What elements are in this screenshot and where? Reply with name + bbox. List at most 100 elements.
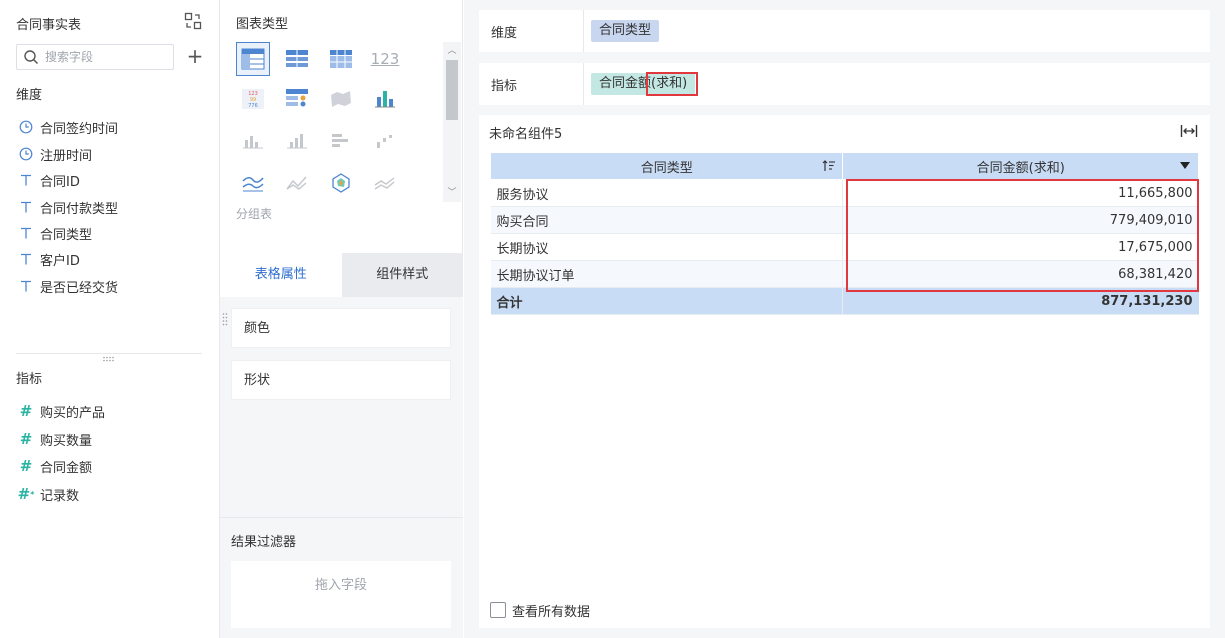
chart-type-scrollbar[interactable]: ︿ ﹀ bbox=[443, 42, 461, 202]
sort-ascending-icon[interactable] bbox=[822, 159, 836, 173]
column-header-contract-amount[interactable]: 合同金额(求和) bbox=[842, 152, 1199, 180]
view-all-data-checkbox[interactable] bbox=[490, 602, 506, 618]
column-header-label: 合同类型 bbox=[640, 160, 693, 176]
field-item-purchase-quantity[interactable]: # 购买数量 bbox=[18, 428, 92, 450]
cell-contract-type: 长期协议 bbox=[490, 233, 843, 261]
highlight-box-aggregation bbox=[646, 72, 698, 96]
cell-contract-type: 服务协议 bbox=[490, 179, 843, 207]
chart-type-area-icon[interactable] bbox=[280, 166, 314, 200]
chart-type-stacked-bar-icon[interactable] bbox=[324, 124, 358, 158]
chart-type-detail-table-icon[interactable] bbox=[280, 42, 314, 76]
chart-type-kpi-number-icon[interactable]: 123 bbox=[368, 42, 402, 76]
drag-handle-icon[interactable] bbox=[222, 312, 228, 326]
text-type-icon bbox=[18, 225, 34, 241]
panel-divider bbox=[16, 353, 202, 354]
chart-type-cross-table-icon[interactable] bbox=[324, 42, 358, 76]
field-item-contract-type[interactable]: 合同类型 bbox=[18, 222, 92, 244]
tab-table-properties[interactable]: 表格属性 bbox=[220, 253, 342, 297]
field-label: 合同签约时间 bbox=[40, 121, 119, 137]
chart-type-title: 图表类型 bbox=[236, 17, 289, 32]
chart-type-line-icon[interactable] bbox=[236, 166, 270, 200]
field-item-contract-id[interactable]: 合同ID bbox=[18, 169, 80, 191]
metric-section-title: 指标 bbox=[16, 372, 43, 387]
field-item-customer-id[interactable]: 客户ID bbox=[18, 248, 80, 270]
color-property[interactable]: 颜色 bbox=[231, 308, 451, 348]
metric-shelf-label: 指标 bbox=[491, 79, 518, 94]
text-type-icon bbox=[18, 278, 34, 294]
metric-shelf[interactable]: 指标 合同金额(求和) bbox=[479, 63, 1210, 105]
scrollbar-thumb[interactable] bbox=[446, 60, 458, 120]
text-type-icon bbox=[18, 172, 34, 188]
chart-type-map-icon[interactable] bbox=[324, 82, 358, 116]
total-label: 合计 bbox=[490, 287, 843, 315]
dataset-title: 合同事实表 bbox=[16, 18, 82, 33]
filter-drop-zone[interactable]: 拖入字段 bbox=[231, 561, 451, 628]
cell-contract-type: 购买合同 bbox=[490, 206, 843, 234]
field-label: 合同ID bbox=[40, 174, 80, 190]
number-hash-icon: # bbox=[19, 457, 33, 475]
chart-type-dot-table-icon[interactable] bbox=[280, 82, 314, 116]
result-filter-title: 结果过滤器 bbox=[231, 535, 297, 550]
text-type-icon bbox=[18, 199, 34, 215]
clock-icon bbox=[18, 119, 34, 135]
field-label: 客户ID bbox=[40, 253, 80, 269]
chart-type-bar-color-icon[interactable] bbox=[368, 82, 402, 116]
svg-text:776: 776 bbox=[248, 103, 258, 109]
field-label: 注册时间 bbox=[40, 148, 93, 164]
number-hash-icon: # bbox=[19, 430, 33, 448]
field-label: 记录数 bbox=[40, 488, 80, 504]
calc-hash-icon: # * bbox=[17, 485, 35, 503]
number-hash-icon: # bbox=[19, 402, 33, 420]
shape-property[interactable]: 形状 bbox=[231, 360, 451, 400]
switch-dataset-icon[interactable] bbox=[184, 12, 202, 30]
field-item-payment-type[interactable]: 合同付款类型 bbox=[18, 196, 118, 218]
cell-contract-type: 长期协议订单 bbox=[490, 260, 843, 288]
field-label: 合同类型 bbox=[40, 227, 93, 243]
field-label: 合同金额 bbox=[40, 460, 93, 476]
field-item-register-time[interactable]: 注册时间 bbox=[18, 143, 92, 165]
chart-type-bar-icon[interactable] bbox=[236, 124, 270, 158]
field-search[interactable] bbox=[16, 44, 174, 70]
shelf-divider bbox=[583, 10, 584, 52]
dimension-pill-contract-type[interactable]: 合同类型 bbox=[591, 20, 660, 42]
column-header-contract-type[interactable]: 合同类型 bbox=[489, 152, 844, 180]
resize-grip-icon[interactable] bbox=[102, 356, 116, 362]
field-item-delivered[interactable]: 是否已经交货 bbox=[18, 275, 118, 297]
widget-title[interactable]: 未命名组件5 bbox=[489, 123, 562, 142]
scroll-down-icon[interactable]: ﹀ bbox=[443, 186, 461, 200]
expand-width-icon[interactable] bbox=[1180, 124, 1198, 138]
text-type-icon bbox=[18, 251, 34, 267]
shelf-divider bbox=[583, 63, 584, 105]
search-icon bbox=[24, 50, 39, 65]
chart-type-radar-icon[interactable] bbox=[324, 166, 358, 200]
column-header-label: 合同金额(求和) bbox=[976, 160, 1065, 176]
search-input[interactable] bbox=[45, 48, 169, 66]
dimension-section-title: 维度 bbox=[16, 88, 43, 103]
field-label: 合同付款类型 bbox=[40, 201, 119, 217]
dropdown-triangle-icon[interactable] bbox=[1180, 162, 1190, 170]
chart-type-grid: 123 123 99 776 bbox=[236, 42, 446, 202]
add-field-button[interactable]: + bbox=[186, 46, 204, 66]
clock-icon bbox=[18, 146, 34, 162]
field-label: 是否已经交货 bbox=[40, 280, 119, 296]
field-item-purchased-product[interactable]: # 购买的产品 bbox=[18, 400, 105, 422]
chart-type-waterfall-icon[interactable] bbox=[368, 124, 402, 158]
dimension-shelf[interactable]: 维度 合同类型 bbox=[479, 10, 1210, 52]
chart-type-range-area-icon[interactable] bbox=[368, 166, 402, 200]
field-item-contract-amount[interactable]: # 合同金额 bbox=[18, 455, 92, 477]
highlight-box-amount-values bbox=[846, 179, 1199, 292]
field-label: 购买的产品 bbox=[40, 405, 106, 421]
field-label: 购买数量 bbox=[40, 433, 93, 449]
scroll-up-icon[interactable]: ︿ bbox=[443, 44, 461, 58]
data-panel: 合同事实表 + 维度 合同签约时间 注册时间 合同ID 合同付款类型 合同类型 … bbox=[0, 0, 220, 638]
chart-type-group-table-icon[interactable] bbox=[236, 42, 270, 76]
chart-type-column-icon[interactable] bbox=[280, 124, 314, 158]
chart-type-color-table-icon[interactable]: 123 99 776 bbox=[236, 82, 270, 116]
property-tabs: 表格属性 组件样式 bbox=[220, 253, 463, 297]
dimension-shelf-label: 维度 bbox=[491, 26, 518, 41]
tab-component-style[interactable]: 组件样式 bbox=[341, 253, 463, 297]
field-item-contract-sign-time[interactable]: 合同签约时间 bbox=[18, 116, 118, 138]
selected-chart-type-label: 分组表 bbox=[236, 207, 273, 221]
field-item-record-count[interactable]: # * 记录数 bbox=[18, 483, 79, 505]
view-all-data-label[interactable]: 查看所有数据 bbox=[512, 601, 590, 620]
